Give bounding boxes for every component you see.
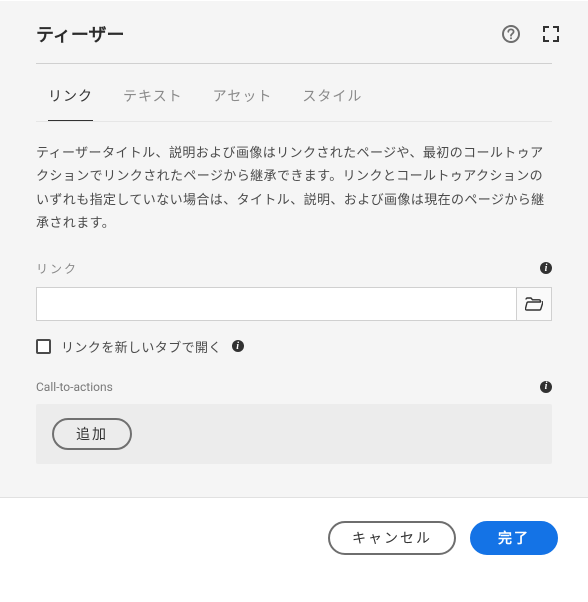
tab-text[interactable]: テキスト bbox=[123, 80, 183, 121]
info-icon[interactable]: i bbox=[232, 340, 244, 352]
cta-panel: 追加 bbox=[36, 404, 552, 464]
cancel-button[interactable]: キャンセル bbox=[328, 521, 456, 555]
link-field-label: リンク bbox=[36, 260, 540, 277]
open-new-tab-label: リンクを新しいタブで開く bbox=[61, 337, 222, 356]
dialog-header: ティーザー bbox=[0, 1, 588, 63]
cta-header: Call-to-actions i bbox=[36, 380, 552, 394]
info-icon[interactable]: i bbox=[540, 262, 552, 274]
open-new-tab-checkbox[interactable] bbox=[36, 339, 51, 354]
tab-asset[interactable]: アセット bbox=[213, 80, 273, 121]
link-input-row bbox=[36, 287, 552, 321]
tab-bar: リンク テキスト アセット スタイル bbox=[0, 64, 588, 121]
tab-panel-link: ティーザータイトル、説明および画像はリンクされたページや、最初のコールトゥアクシ… bbox=[0, 122, 588, 497]
dialog-content: ティーザー リンク テキスト アセット スタイル ティー bbox=[0, 0, 588, 498]
cta-add-button[interactable]: 追加 bbox=[52, 418, 132, 450]
fullscreen-icon[interactable] bbox=[540, 23, 562, 45]
cta-label: Call-to-actions bbox=[36, 380, 540, 394]
info-icon[interactable]: i bbox=[540, 381, 552, 393]
done-button[interactable]: 完了 bbox=[470, 521, 558, 555]
tab-link[interactable]: リンク bbox=[48, 80, 93, 122]
link-input[interactable] bbox=[36, 287, 516, 321]
folder-open-icon bbox=[525, 297, 543, 311]
panel-description: ティーザータイトル、説明および画像はリンクされたページや、最初のコールトゥアクシ… bbox=[36, 142, 552, 236]
link-field-header: リンク i bbox=[36, 260, 552, 277]
path-picker-button[interactable] bbox=[516, 287, 552, 321]
tab-style[interactable]: スタイル bbox=[302, 80, 362, 121]
dialog-footer: キャンセル 完了 bbox=[0, 498, 588, 584]
dialog-title: ティーザー bbox=[36, 21, 482, 47]
help-icon[interactable] bbox=[500, 23, 522, 45]
open-new-tab-row[interactable]: リンクを新しいタブで開く i bbox=[36, 337, 552, 356]
